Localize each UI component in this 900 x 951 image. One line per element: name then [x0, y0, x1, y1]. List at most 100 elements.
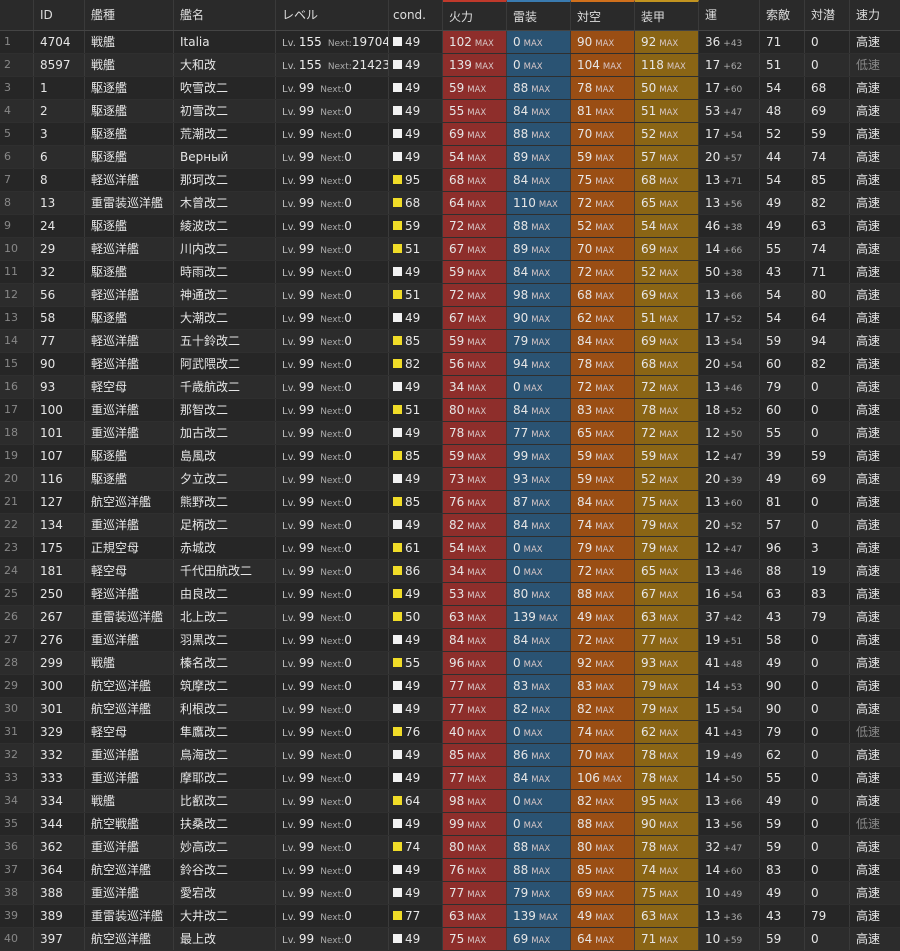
table-row[interactable]: 6 6 駆逐艦 Верный Lv. 99 Next:0 49 54 MAX 89 MAX 59 MAX 5…: [0, 146, 900, 169]
ship-id-text: 299: [40, 656, 63, 670]
table-row[interactable]: 36 362 重巡洋艦 妙高改二 Lv. 99 Next:0 74 80 MAX 88 MAX 80 MA…: [0, 836, 900, 859]
ship-type-text: 航空巡洋艦: [91, 702, 152, 716]
table-row[interactable]: 19 107 駆逐艦 島風改 Lv. 99 Next:0 85 59 MAX 99 MAX 59 MAX 5…: [0, 445, 900, 468]
table-row[interactable]: 28597戦艦大和改Lv.155Next:21423549139MAX0MAX1…: [0, 54, 900, 77]
table-row[interactable]: 4 2 駆逐艦 初雪改二 Lv. 99 Next:0 49 55 MAX 84 MAX 81 MAX 51 M…: [0, 100, 900, 123]
table-row[interactable]: 10 29 軽巡洋艦 川内改二 Lv. 99 Next:0 51 67 MAX 89 MAX 70 MAX…: [0, 238, 900, 261]
table-row[interactable]: 20 116 駆逐艦 夕立改二 Lv. 99 Next:0 49 73 MAX 93 MAX 59 MAX…: [0, 468, 900, 491]
table-row[interactable]: 17 100 重巡洋艦 那智改二 Lv. 99 Next:0 51 80 MAX 84 MAX 83 MA…: [0, 399, 900, 422]
table-row[interactable]: 11 32 駆逐艦 時雨改二 Lv. 99 Next:0 49 59 MAX 84 MAX 72 MAX 5…: [0, 261, 900, 284]
table-row[interactable]: 23 175 正規空母 赤城改 Lv. 99 Next:0 61 54 MAX 0 MAX 79 MAX 7…: [0, 537, 900, 560]
table-row[interactable]: 31 329 軽空母 隼鷹改二 Lv. 99 Next:0 76 40 MAX 0 MAX 74 MAX 6…: [0, 721, 900, 744]
level-value: 99: [298, 426, 315, 440]
level-value: 155: [298, 58, 322, 72]
table-row[interactable]: 22 134 重巡洋艦 足柄改二 Lv. 99 Next:0 49 82 MAX 84 MAX 74 MA…: [0, 514, 900, 537]
asw-value: 0: [811, 932, 819, 946]
table-row[interactable]: 3 1 駆逐艦 吹雪改二 Lv. 99 Next:0 49 59 MAX 88 MAX 78 MAX 50 M…: [0, 77, 900, 100]
ship-level: Lv. 99 Next:0: [276, 238, 389, 260]
torpedo-value: 84: [513, 173, 529, 187]
luck: 41 +48: [699, 652, 760, 674]
ship-id-text: 301: [40, 702, 63, 716]
firepower-max-label: MAX: [467, 798, 487, 808]
armor-value: 63: [641, 610, 657, 624]
firepower-value: 98: [449, 794, 465, 808]
firepower: 96 MAX: [443, 652, 507, 674]
table-row[interactable]: 5 3 駆逐艦 荒潮改二 Lv. 99 Next:0 49 69 MAX 88 MAX 70 MAX 52 M…: [0, 123, 900, 146]
next-exp-label: Next:: [320, 499, 345, 509]
ship-id: 276: [34, 629, 85, 651]
torpedo-max-label: MAX: [523, 39, 543, 49]
header-speed[interactable]: 速力: [850, 0, 895, 30]
header-armor[interactable]: 装甲: [635, 0, 699, 30]
table-row[interactable]: 40 397 航空巡洋艦 最上改 Lv. 99 Next:0 49 75 MAX 69 MAX 64 MA…: [0, 928, 900, 951]
next-exp-value: 0: [344, 403, 352, 417]
table-row[interactable]: 27 276 重巡洋艦 羽黒改二 Lv. 99 Next:0 49 84 MAX 84 MAX 72 MA…: [0, 629, 900, 652]
table-row[interactable]: 8 13 重雷装巡洋艦 木曾改二 Lv. 99 Next:0 68 64 MAX 110 MAX 72 M…: [0, 192, 900, 215]
table-row[interactable]: 12 56 軽巡洋艦 神通改二 Lv. 99 Next:0 51 72 MAX 98 MAX 68 MAX…: [0, 284, 900, 307]
table-row[interactable]: 7 8 軽巡洋艦 那珂改二 Lv. 99 Next:0 95 68 MAX 84 MAX 75 MAX 68…: [0, 169, 900, 192]
table-row[interactable]: 38 388 重巡洋艦 愛宕改 Lv. 99 Next:0 49 77 MAX 79 MAX 69 MAX…: [0, 882, 900, 905]
table-row[interactable]: 35 344 航空戦艦 扶桑改二 Lv. 99 Next:0 49 99 MAX 0 MAX 88 MAX…: [0, 813, 900, 836]
torpedo-max-label: MAX: [531, 637, 551, 647]
table-row[interactable]: 30 301 航空巡洋艦 利根改二 Lv. 99 Next:0 49 77 MAX 82 MAX 82 M…: [0, 698, 900, 721]
header-level[interactable]: レベル: [276, 0, 389, 30]
table-row[interactable]: 39 389 重雷装巡洋艦 大井改二 Lv. 99 Next:0 77 63 MAX 139 MAX 4…: [0, 905, 900, 928]
ship-type: 駆逐艦: [85, 445, 174, 467]
ship-type: 重巡洋艦: [85, 422, 174, 444]
los-value: 49: [766, 656, 782, 670]
ship-name: 比叡改二: [174, 790, 276, 812]
torpedo-max-label: MAX: [531, 154, 551, 164]
asw-value: 79: [811, 909, 827, 923]
anti-air-value: 59: [577, 150, 593, 164]
table-row[interactable]: 13 58 駆逐艦 大潮改二 Lv. 99 Next:0 49 67 MAX 90 MAX 62 MAX 5…: [0, 307, 900, 330]
header-name[interactable]: 艦名: [174, 0, 276, 30]
header-torpedo[interactable]: 雷装: [507, 0, 571, 30]
anti-air-max-label: MAX: [595, 338, 615, 348]
luck-modernization: +38: [723, 223, 743, 233]
anti-air: 64 MAX: [571, 928, 635, 950]
header-cond[interactable]: cond.: [389, 0, 443, 30]
torpedo-max-label: MAX: [531, 936, 551, 946]
row-number: 2: [0, 54, 34, 76]
table-row[interactable]: 14704戦艦ItaliaLv.155Next:19704049102MAX0M…: [0, 31, 900, 54]
table-row[interactable]: 32 332 重巡洋艦 鳥海改二 Lv. 99 Next:0 49 85 MAX 86 MAX 70 MA…: [0, 744, 900, 767]
condition-indicator: [393, 37, 402, 46]
firepower-max-label: MAX: [474, 39, 494, 49]
level-value: 99: [298, 702, 315, 716]
header-id[interactable]: ID: [34, 0, 85, 30]
table-row[interactable]: 26 267 重雷装巡洋艦 北上改二 Lv. 99 Next:0 50 63 MAX 139 MAX 4…: [0, 606, 900, 629]
header-line-of-sight[interactable]: 索敵: [760, 0, 805, 30]
table-row[interactable]: 14 77 軽巡洋艦 五十鈴改二 Lv. 99 Next:0 85 59 MAX 79 MAX 84 MA…: [0, 330, 900, 353]
table-row[interactable]: 37 364 航空巡洋艦 鈴谷改二 Lv. 99 Next:0 49 76 MAX 88 MAX 85 M…: [0, 859, 900, 882]
armor-value: 67: [641, 587, 657, 601]
table-row[interactable]: 15 90 軽巡洋艦 阿武隈改二 Lv. 99 Next:0 82 56 MAX 94 MAX 78 MA…: [0, 353, 900, 376]
header-type[interactable]: 艦種: [85, 0, 174, 30]
table-row[interactable]: 34 334 戦艦 比叡改二 Lv. 99 Next:0 64 98 MAX 0 MAX 82 MAX 95…: [0, 790, 900, 813]
ship-id-text: 250: [40, 587, 63, 601]
torpedo-value: 84: [513, 518, 529, 532]
header-anti-air[interactable]: 対空: [571, 0, 635, 30]
armor-value: 52: [641, 127, 657, 141]
header-luck[interactable]: 運: [699, 0, 760, 30]
los-value: 55: [766, 771, 782, 785]
ship-id-text: 300: [40, 679, 63, 693]
condition-indicator: [393, 129, 402, 138]
table-row[interactable]: 25 250 軽巡洋艦 由良改二 Lv. 99 Next:0 49 53 MAX 80 MAX 88 MA…: [0, 583, 900, 606]
table-row[interactable]: 33 333 重巡洋艦 摩耶改二 Lv. 99 Next:0 49 77 MAX 84 MAX 106 M…: [0, 767, 900, 790]
firepower: 77 MAX: [443, 882, 507, 904]
table-row[interactable]: 28 299 戦艦 榛名改二 Lv. 99 Next:0 55 96 MAX 0 MAX 92 MAX 93…: [0, 652, 900, 675]
header-anti-submarine[interactable]: 対潜: [805, 0, 850, 30]
table-row[interactable]: 9 24 駆逐艦 綾波改二 Lv. 99 Next:0 59 72 MAX 88 MAX 52 MAX 54…: [0, 215, 900, 238]
luck-modernization: +46: [723, 384, 743, 394]
table-row[interactable]: 24 181 軽空母 千代田航改二 Lv. 99 Next:0 86 34 MAX 0 MAX 72 MA…: [0, 560, 900, 583]
ship-id-text: 389: [40, 909, 63, 923]
table-row[interactable]: 18 101 重巡洋艦 加古改二 Lv. 99 Next:0 49 78 MAX 77 MAX 65 MA…: [0, 422, 900, 445]
table-row[interactable]: 21 127 航空巡洋艦 熊野改二 Lv. 99 Next:0 85 76 MAX 87 MAX 84 M…: [0, 491, 900, 514]
table-row[interactable]: 29 300 航空巡洋艦 筑摩改二 Lv. 99 Next:0 49 77 MAX 83 MAX 83 M…: [0, 675, 900, 698]
header-rownum[interactable]: [0, 0, 34, 30]
table-row[interactable]: 16 93 軽空母 千歳航改二 Lv. 99 Next:0 49 34 MAX 0 MAX 72 MAX 7…: [0, 376, 900, 399]
line-of-sight: 49: [760, 790, 805, 812]
luck-value: 53: [705, 104, 721, 118]
header-firepower[interactable]: 火力: [443, 0, 507, 30]
row-number-text: 12: [4, 288, 18, 301]
